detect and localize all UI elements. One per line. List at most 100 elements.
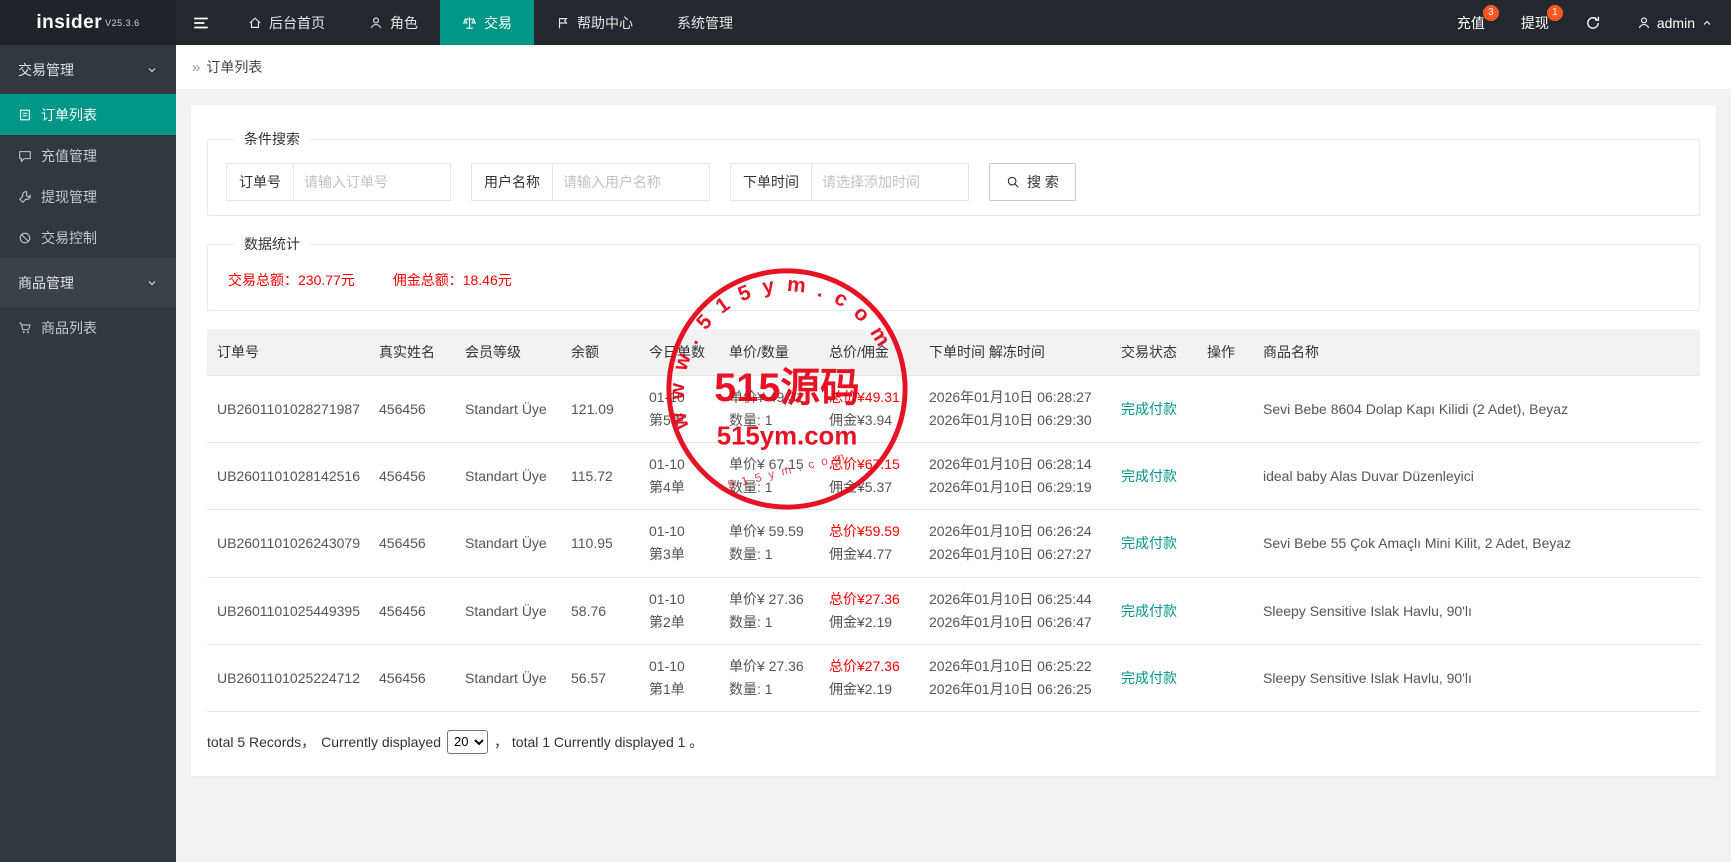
- header-status: 交易状态: [1111, 329, 1197, 376]
- person-icon: [1638, 16, 1649, 28]
- header-times: 下单时间 解冻时间: [919, 329, 1111, 376]
- cell-balance: 115.72: [561, 442, 639, 511]
- cell-status: 完成付款: [1111, 442, 1197, 511]
- recharge-button[interactable]: 充值 3: [1439, 0, 1503, 45]
- header-total-commission: 总价/佣金: [819, 329, 919, 376]
- chevron-up-icon: [1703, 20, 1711, 25]
- nav-item-help-center[interactable]: 帮助中心: [534, 0, 655, 45]
- brand-version: V25.3.6: [105, 17, 140, 28]
- cell-balance: 58.76: [561, 577, 639, 645]
- cell-today-orders: 01-10 第4单: [639, 442, 719, 511]
- nav-item-roles[interactable]: 角色: [347, 0, 440, 45]
- sidebar-item-order-list[interactable]: 订单列表: [0, 94, 176, 135]
- stats-fieldset: 数据统计 交易总额：230.77元 佣金总额：18.46元: [207, 234, 1700, 311]
- flag-icon: [558, 17, 568, 28]
- cell-status: 完成付款: [1111, 577, 1197, 645]
- table-header-row: 订单号 真实姓名 会员等级 余额 今日单数 单价/数量 总价/佣金 下单时间 解…: [207, 329, 1700, 376]
- recharge-badge: 3: [1482, 5, 1499, 21]
- user-icon: [370, 16, 382, 28]
- search-button[interactable]: 搜 索: [989, 163, 1076, 201]
- cell-action: [1197, 577, 1253, 645]
- cart-icon: [19, 322, 31, 333]
- header-today-orders: 今日单数: [639, 329, 719, 376]
- sidebar-item-label: 充值管理: [41, 147, 97, 164]
- cell-order-no: UB2601101026243079: [207, 509, 369, 578]
- cell-times: 2026年01月10日 06:26:24 2026年01月10日 06:27:27: [919, 509, 1111, 578]
- header-price-qty: 单价/数量: [719, 329, 819, 376]
- nav-item-system[interactable]: 系统管理: [655, 0, 755, 45]
- nav-label: 角色: [390, 14, 418, 31]
- order-no-input[interactable]: [293, 163, 451, 201]
- chevron-down-icon: [148, 280, 156, 285]
- search-legend: 条件搜索: [244, 131, 300, 147]
- nav-item-trade[interactable]: 交易: [440, 0, 534, 45]
- cell-action: [1197, 509, 1253, 578]
- pagination-displayed-text: Currently displayed: [321, 733, 442, 750]
- cell-times: 2026年01月10日 06:25:22 2026年01月10日 06:26:25: [919, 644, 1111, 712]
- search-fieldset: 条件搜索 订单号 用户名称 下单时间 搜 索: [207, 129, 1700, 216]
- page-size-select[interactable]: 20: [447, 729, 489, 754]
- stats-legend: 数据统计: [244, 236, 300, 252]
- cell-price-qty: 单价¥ 59.59 数量: 1: [719, 509, 819, 578]
- scales-icon: [462, 17, 477, 29]
- commission-total-text: 佣金总额：18.46元: [392, 272, 512, 288]
- cell-real-name: 456456: [369, 577, 455, 645]
- brand-name: insider: [36, 11, 103, 33]
- cell-price-qty: 单价¥ 49.31 数量: 1: [719, 374, 819, 444]
- pagination-suffix-text: ， total 1 Currently displayed 1 。: [494, 733, 704, 750]
- sidebar-item-withdraw-management[interactable]: 提现管理: [0, 176, 176, 217]
- withdraw-button[interactable]: 提现 1: [1503, 0, 1567, 45]
- header-product-name: 商品名称: [1253, 329, 1700, 376]
- refresh-button[interactable]: [1567, 0, 1619, 45]
- nav-item-dashboard[interactable]: 后台首页: [226, 0, 347, 45]
- content-card: 条件搜索 订单号 用户名称 下单时间 搜 索: [191, 105, 1716, 776]
- cell-member-level: Standart Üye: [455, 374, 561, 444]
- header-balance: 余额: [561, 329, 639, 376]
- cell-times: 2026年01月10日 06:28:14 2026年01月10日 06:29:19: [919, 442, 1111, 511]
- menu-toggle-button[interactable]: [176, 0, 226, 45]
- recharge-icon: [19, 150, 31, 163]
- username-input[interactable]: [552, 163, 710, 201]
- cell-today-orders: 01-10 第1单: [639, 644, 719, 712]
- cell-status: 完成付款: [1111, 374, 1197, 444]
- breadcrumb-marker: »: [192, 58, 201, 76]
- cell-total-commission: 总价¥27.36 佣金¥2.19: [819, 577, 919, 645]
- order-list-icon: [20, 109, 30, 120]
- cell-balance: 110.95: [561, 509, 639, 578]
- cell-status: 完成付款: [1111, 509, 1197, 578]
- cell-today-orders: 01-10 第2单: [639, 577, 719, 645]
- cell-action: [1197, 442, 1253, 511]
- cell-total-commission: 总价¥27.36 佣金¥2.19: [819, 644, 919, 712]
- cell-real-name: 456456: [369, 644, 455, 712]
- nav-label: 帮助中心: [577, 14, 633, 31]
- orders-table: 订单号 真实姓名 会员等级 余额 今日单数 单价/数量 总价/佣金 下单时间 解…: [207, 329, 1700, 712]
- stats-line: 交易总额：230.77元 佣金总额：18.46元: [226, 268, 1681, 296]
- order-no-group: 订单号: [226, 163, 451, 201]
- nav-label: 系统管理: [677, 14, 733, 31]
- sidebar-item-recharge-management[interactable]: 充值管理: [0, 135, 176, 176]
- sidebar-group-product-management[interactable]: 商品管理: [0, 258, 176, 307]
- cell-product-name: Sleepy Sensitive Islak Havlu, 90'lı: [1253, 644, 1700, 712]
- wrench-icon: [19, 190, 31, 203]
- order-time-label: 下单时间: [730, 163, 812, 201]
- cell-action: [1197, 374, 1253, 444]
- cell-total-commission: 总价¥67.15 佣金¥5.37: [819, 442, 919, 511]
- chevron-down-icon: [148, 67, 156, 72]
- cell-total-commission: 总价¥49.31 佣金¥3.94: [819, 374, 919, 444]
- nav-label: 后台首页: [269, 14, 325, 31]
- order-time-input[interactable]: [811, 163, 969, 201]
- withdraw-label: 提现: [1520, 14, 1549, 31]
- cell-product-name: Sevi Bebe 55 Çok Amaçlı Mini Kilit, 2 Ad…: [1253, 509, 1700, 578]
- cell-order-no: UB2601101028142516: [207, 442, 369, 511]
- sidebar-item-product-list[interactable]: 商品列表: [0, 307, 176, 348]
- header-order-no: 订单号: [207, 329, 369, 376]
- admin-menu[interactable]: admin: [1619, 0, 1731, 45]
- brand-logo: insider V25.3.6: [0, 0, 176, 45]
- sidebar-item-trade-control[interactable]: 交易控制: [0, 217, 176, 258]
- cell-product-name: ideal baby Alas Duvar Düzenleyici: [1253, 442, 1700, 511]
- top-navigation: 后台首页 角色 交易 帮助中心 系统管理: [226, 0, 755, 45]
- cell-member-level: Standart Üye: [455, 509, 561, 578]
- table-row: UB2601101025224712 456456 Standart Üye 5…: [207, 644, 1700, 712]
- cell-product-name: Sevi Bebe 8604 Dolap Kapı Kilidi (2 Adet…: [1253, 374, 1700, 444]
- sidebar-group-trade-management[interactable]: 交易管理: [0, 45, 176, 94]
